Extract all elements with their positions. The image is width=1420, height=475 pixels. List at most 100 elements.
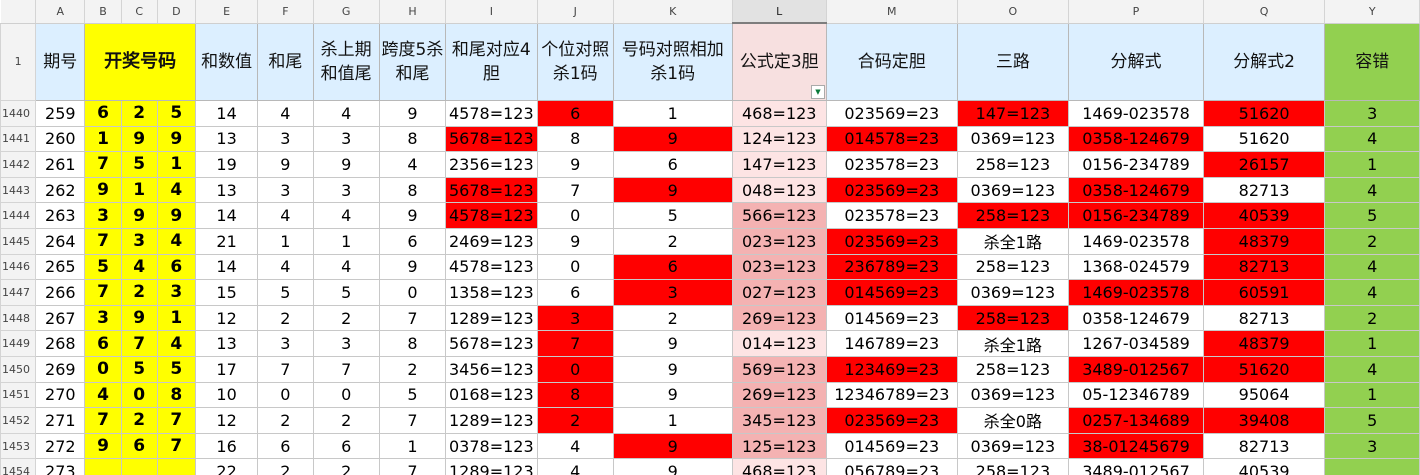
cell-qh[interactable]: 261 — [35, 151, 86, 178]
cell-o[interactable]: 0369=123 — [956, 432, 1070, 460]
cell-i[interactable]: 5678=123 — [445, 125, 538, 153]
cell-g[interactable]: 2 — [312, 407, 380, 434]
cell-e[interactable]: 16 — [194, 432, 259, 460]
cell-qh[interactable]: 267 — [35, 304, 86, 332]
cell-g[interactable]: 0 — [312, 381, 380, 409]
cell-c[interactable]: 5 — [120, 151, 158, 178]
cell-b[interactable]: 6 — [84, 100, 122, 127]
cell-d[interactable]: 5 — [156, 100, 196, 127]
col-header-i[interactable]: I — [445, 0, 538, 24]
cell-j[interactable]: 9 — [536, 227, 614, 255]
cell-l[interactable]: 566=123 — [731, 202, 827, 229]
cell-qh[interactable]: 262 — [35, 176, 86, 204]
row-number[interactable]: 1450 — [0, 355, 37, 383]
cell-k[interactable]: 9 — [612, 355, 733, 383]
cell-o[interactable]: 0369=123 — [956, 125, 1070, 153]
cell-p[interactable]: 05-12346789 — [1068, 381, 1204, 409]
cell-g[interactable]: 2 — [312, 458, 380, 475]
cell-m[interactable]: 023569=23 — [825, 176, 958, 204]
cell-l[interactable]: 023=123 — [731, 253, 827, 281]
cell-y[interactable]: 4 — [1324, 253, 1420, 281]
cell-l[interactable]: 345=123 — [731, 407, 827, 434]
cell-c[interactable]: 2 — [120, 279, 158, 306]
cell-o[interactable]: 258=123 — [956, 355, 1070, 383]
cell-c[interactable]: 6 — [120, 432, 158, 460]
cell-p[interactable]: 0156-234789 — [1068, 202, 1204, 229]
cell-i[interactable]: 3456=123 — [445, 355, 538, 383]
row-number[interactable]: 1440 — [0, 100, 37, 127]
cell-j[interactable]: 3 — [536, 304, 614, 332]
cell-i[interactable]: 4578=123 — [445, 100, 538, 127]
cell-d[interactable]: 3 — [156, 279, 196, 306]
row-number[interactable]: 1449 — [0, 330, 37, 357]
row-number[interactable]: 1442 — [0, 151, 37, 178]
col-header-f[interactable]: F — [257, 0, 314, 24]
cell-q[interactable]: 39408 — [1202, 407, 1326, 434]
cell-i[interactable]: 0378=123 — [445, 432, 538, 460]
cell-h[interactable]: 6 — [378, 227, 447, 255]
cell-o[interactable]: 258=123 — [956, 304, 1070, 332]
cell-b[interactable]: 9 — [84, 176, 122, 204]
cell-o[interactable]: 杀全0路 — [956, 407, 1070, 434]
row-number[interactable]: 1445 — [0, 227, 37, 255]
header-cell-hsz[interactable]: 和数值 — [194, 22, 259, 101]
col-header-c[interactable]: C — [121, 0, 158, 24]
select-all-corner[interactable] — [0, 0, 37, 24]
cell-qh[interactable]: 273 — [35, 458, 86, 475]
cell-q[interactable]: 82713 — [1202, 176, 1326, 204]
cell-y[interactable]: 4 — [1324, 355, 1420, 383]
cell-y[interactable]: 2 — [1324, 304, 1420, 332]
cell-p[interactable]: 0358-124679 — [1068, 176, 1204, 204]
cell-j[interactable]: 0 — [536, 253, 614, 281]
col-header-m[interactable]: M — [826, 0, 958, 24]
cell-b[interactable]: 0 — [84, 355, 122, 383]
cell-j[interactable]: 7 — [536, 330, 614, 357]
cell-m[interactable]: 123469=23 — [825, 355, 958, 383]
cell-i[interactable]: 4578=123 — [445, 253, 538, 281]
cell-l[interactable]: 569=123 — [731, 355, 827, 383]
cell-g[interactable]: 3 — [312, 125, 380, 153]
cell-g[interactable]: 2 — [312, 304, 380, 332]
cell-f[interactable]: 2 — [257, 458, 314, 475]
cell-g[interactable]: 9 — [312, 151, 380, 178]
cell-l[interactable]: 269=123 — [731, 381, 827, 409]
cell-k[interactable]: 9 — [612, 176, 733, 204]
cell-h[interactable]: 9 — [378, 100, 447, 127]
cell-f[interactable]: 3 — [257, 176, 314, 204]
cell-i[interactable]: 1289=123 — [445, 458, 538, 475]
cell-c[interactable]: 5 — [120, 355, 158, 383]
cell-d[interactable]: 9 — [156, 202, 196, 229]
cell-y[interactable]: 3 — [1324, 100, 1420, 127]
header-cell-gwdz[interactable]: 个位对照杀1码 — [536, 22, 614, 101]
cell-i[interactable]: 5678=123 — [445, 176, 538, 204]
cell-f[interactable]: 2 — [257, 407, 314, 434]
cell-e[interactable]: 17 — [194, 355, 259, 383]
cell-e[interactable]: 14 — [194, 253, 259, 281]
cell-d[interactable]: 5 — [156, 355, 196, 383]
col-header-y[interactable]: Y — [1324, 0, 1420, 24]
cell-l[interactable]: 468=123 — [731, 100, 827, 127]
col-header-a[interactable]: A — [35, 0, 86, 24]
cell-qh[interactable]: 268 — [35, 330, 86, 357]
row-number[interactable]: 1 — [0, 22, 37, 101]
cell-y[interactable]: 4 — [1324, 125, 1420, 153]
header-cell-hwdy[interactable]: 和尾对应4胆 — [445, 22, 538, 101]
cell-k[interactable]: 2 — [612, 304, 733, 332]
cell-y[interactable]: 4 — [1324, 176, 1420, 204]
cell-b[interactable]: 1 — [84, 125, 122, 153]
cell-k[interactable]: 5 — [612, 202, 733, 229]
cell-k[interactable]: 9 — [612, 432, 733, 460]
cell-b[interactable]: 7 — [84, 279, 122, 306]
cell-m[interactable]: 014569=23 — [825, 279, 958, 306]
cell-y[interactable]: 2 — [1324, 227, 1420, 255]
cell-f[interactable]: 2 — [257, 304, 314, 332]
cell-j[interactable]: 4 — [536, 458, 614, 475]
cell-h[interactable]: 7 — [378, 304, 447, 332]
col-header-h[interactable]: H — [379, 0, 447, 24]
cell-y[interactable]: 1 — [1324, 381, 1420, 409]
header-cell-kd5[interactable]: 跨度5杀和尾 — [378, 22, 447, 101]
row-number[interactable]: 1446 — [0, 253, 37, 281]
cell-p[interactable]: 3489-012567 — [1068, 458, 1204, 475]
cell-y[interactable] — [1324, 458, 1420, 475]
cell-p[interactable]: 0156-234789 — [1068, 151, 1204, 178]
